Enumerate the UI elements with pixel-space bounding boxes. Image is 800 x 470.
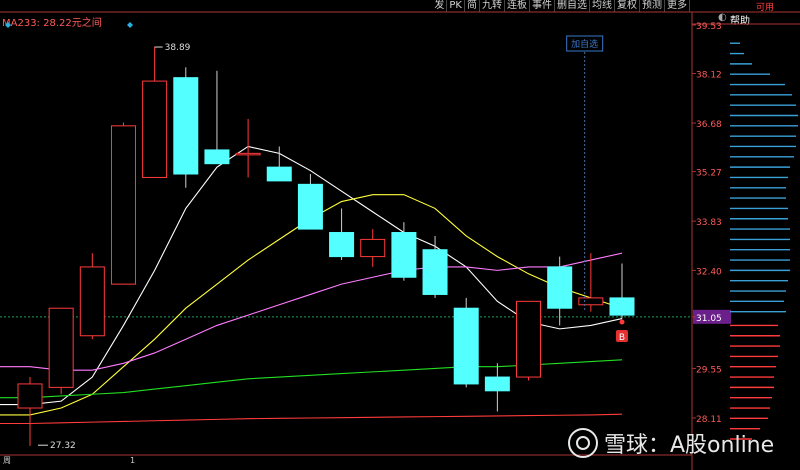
y-tick-label-8: 28.11 [696, 415, 722, 425]
candle-body-17 [547, 266, 573, 309]
kline-chart: 39.53 38.12 36.68 35.27 33.83 32.40 31.05 29.55… [0, 11, 800, 470]
candle-body-6 [204, 149, 230, 165]
tooltip-text: 加自选 [571, 38, 598, 50]
candle-body-15 [484, 376, 510, 392]
candle-body-9 [297, 183, 323, 230]
candle-body-0 [17, 383, 43, 409]
candle-body-5 [173, 77, 199, 175]
diamond-marker-2 [127, 22, 133, 28]
candle-body-12 [391, 232, 417, 278]
diamond-marker-1 [5, 22, 11, 28]
y-tick-label-7: 29.55 [696, 365, 722, 375]
candle-body-2 [79, 266, 105, 337]
candle-body-7 [235, 152, 261, 156]
candle-body-16 [516, 300, 542, 378]
watermark: 雪球：A股online [568, 427, 774, 459]
candle-body-19 [609, 297, 635, 316]
candle-body-3 [110, 125, 136, 285]
signal-b-text: B [619, 333, 625, 343]
y-tick-label-0: 39.53 [696, 22, 722, 32]
y-tick-label-4: 33.83 [696, 218, 722, 228]
y-tick-label-3: 35.27 [696, 169, 722, 179]
y-tick-label-1: 38.12 [696, 71, 722, 81]
signal-dot [619, 319, 625, 325]
candle-body-8 [266, 166, 292, 182]
y-tick-label-6: 31.05 [696, 314, 722, 324]
bottom-label-1: 1 [130, 456, 135, 465]
y-tick-label-5: 32.40 [696, 267, 722, 277]
candle-body-13 [422, 249, 448, 295]
low-annotation: 27.32 [50, 441, 76, 451]
ma233-line [0, 413, 623, 425]
bottom-label-0: 周 [3, 456, 11, 465]
snowball-logo-icon [568, 428, 598, 458]
candle-body-11 [360, 238, 386, 258]
candle-body-1 [48, 307, 74, 388]
candle-body-14 [453, 307, 479, 385]
y-tick-label-2: 36.68 [696, 120, 722, 130]
candle-body-4 [142, 80, 168, 178]
high-annotation: 38.89 [165, 43, 191, 53]
candle-body-18 [578, 297, 604, 306]
candle-body-10 [329, 232, 355, 258]
watermark-text: 雪球：A股online [604, 433, 775, 458]
